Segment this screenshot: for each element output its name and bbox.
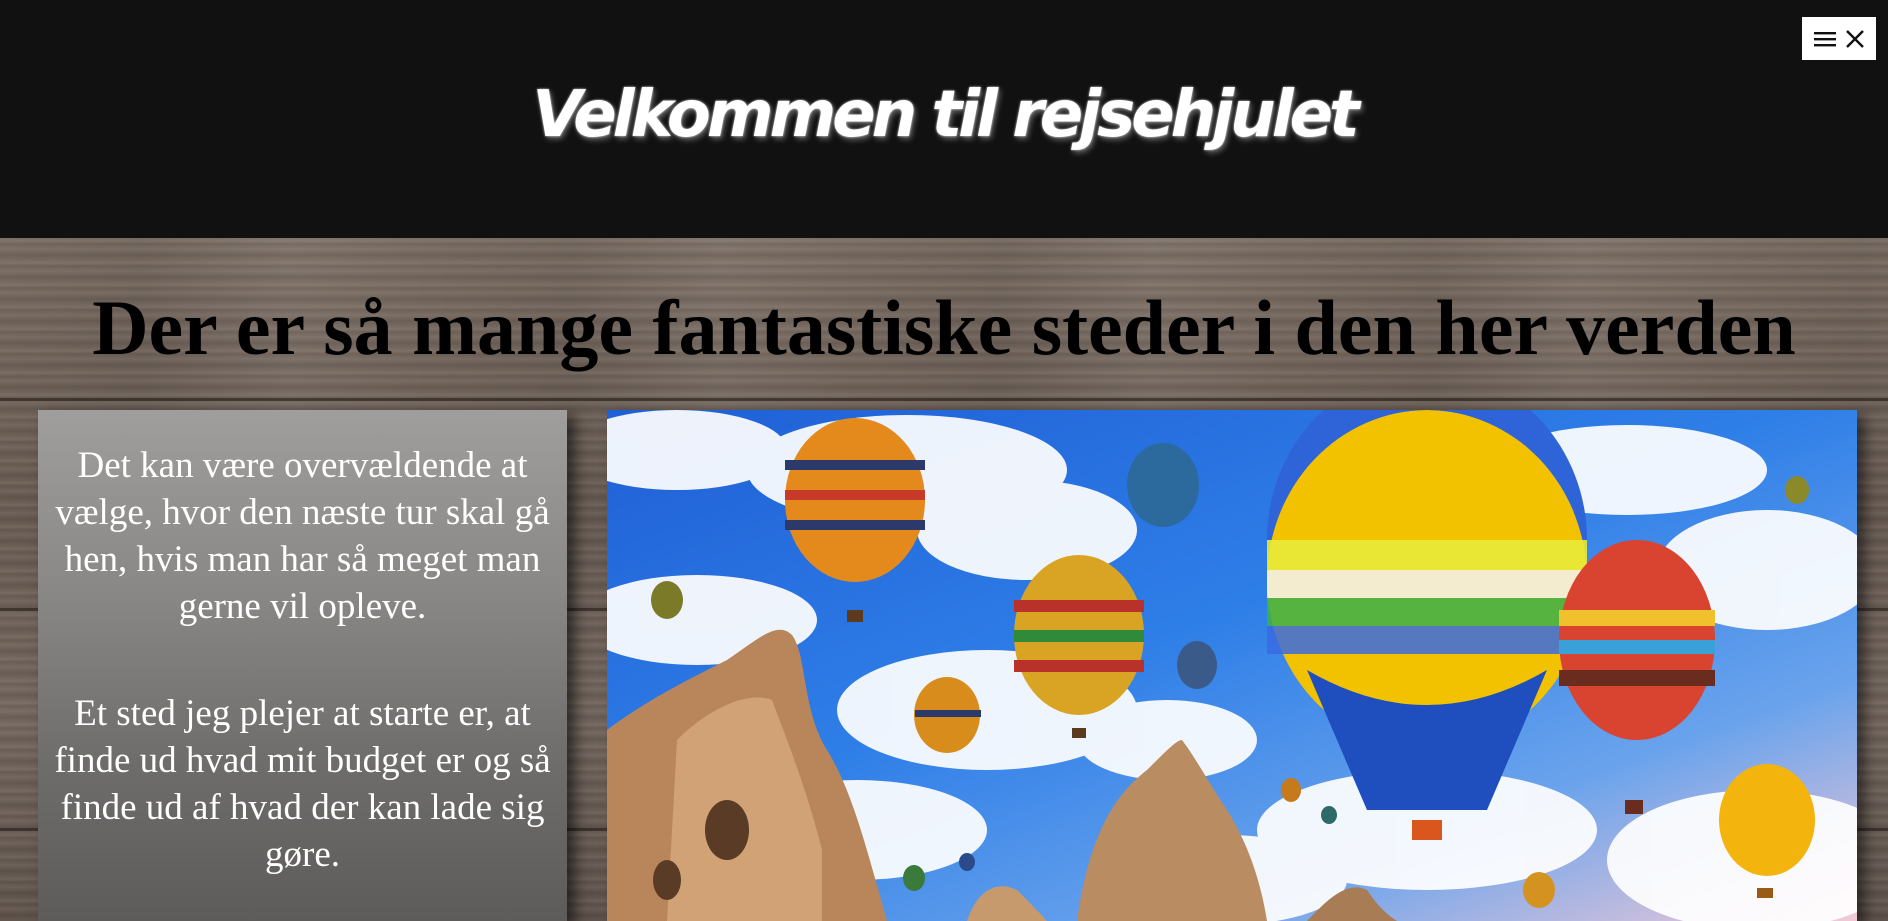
site-header: Velkommen til rejsehjulet xyxy=(0,0,1888,238)
intro-paragraph: Det kan være overvældende at vælge, hvor… xyxy=(55,445,550,627)
close-icon[interactable] xyxy=(1845,29,1865,49)
balloons-illustration xyxy=(607,410,1857,921)
large-balloon xyxy=(1267,410,1587,840)
site-title: Velkommen til rejsehjulet xyxy=(532,78,1359,152)
intro-card: Det kan være overvældende at vælge, hvor… xyxy=(38,410,567,921)
striped-balloon xyxy=(1559,540,1715,814)
hamburger-icon[interactable] xyxy=(1813,29,1837,49)
balloons-photo xyxy=(607,410,1857,921)
intro-paragraph: Et sted jeg plejer at starte er, at find… xyxy=(54,693,551,875)
plank-seam xyxy=(0,398,1888,401)
page-heading: Der er så mange fantastiske steder i den… xyxy=(92,284,1796,371)
menu-toggle-button[interactable] xyxy=(1802,17,1876,60)
orange-balloon xyxy=(785,418,925,622)
